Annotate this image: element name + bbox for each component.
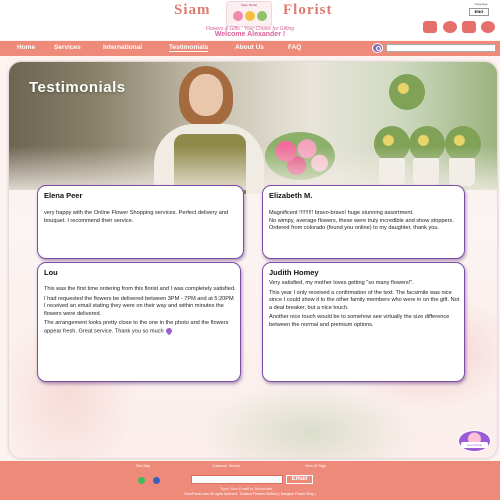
testimonial-card: Elizabeth M. Magnificent !!!!!!!!! bravo… [262, 185, 465, 259]
nav-international[interactable]: International [103, 44, 142, 51]
testimonial-author: Elizabeth M. [269, 191, 313, 200]
copyright: SiamFlorist.com. All rights reserved. Th… [184, 492, 316, 496]
subscribe-hint: Type Your Email to Subscribe [220, 486, 273, 491]
footer-link-customer-service[interactable]: Customer Service [212, 464, 241, 468]
footer-link-sitemap[interactable]: Site Map [136, 464, 150, 468]
nav-faq[interactable]: FAQ [288, 44, 301, 51]
page-title: Testimonials [29, 79, 126, 96]
testimonial-paragraph: Another nice touch would be to somehow s… [269, 314, 450, 328]
testimonial-card: Lou This was the first time ordering fro… [37, 262, 241, 382]
testimonial-author: Elena Peer [44, 191, 83, 200]
facebook-icon[interactable] [153, 477, 160, 484]
logo-text: Siam Florist [241, 3, 257, 7]
love-florist-badge[interactable] [458, 430, 491, 452]
florist-face [189, 74, 223, 116]
testimonial-body: Magnificent !!!!!!!!! bravo-bravo! huge … [269, 210, 460, 233]
heart-icon [164, 326, 173, 336]
nav-services[interactable]: Services [54, 44, 81, 51]
testimonial-author: Lou [44, 268, 58, 277]
hero-banner: Testimonials [9, 62, 497, 194]
testimonial-paragraph: This year I only received a confirmation… [269, 289, 460, 311]
testimonials-section: Testimonials [9, 62, 497, 458]
testimonial-author: Judith Homey [269, 268, 319, 277]
language-select[interactable]: ENG [469, 8, 489, 16]
logo-flower [245, 11, 255, 21]
logo-flower [233, 11, 243, 21]
gift-icon[interactable] [443, 21, 457, 33]
logo-flower [257, 11, 267, 21]
testimonial-body: This was the first time ordering from th… [44, 286, 236, 338]
testimonial-paragraph: No wimpy, average flowers, these were tr… [269, 217, 454, 232]
plant-image [389, 74, 425, 110]
line-icon[interactable] [138, 477, 145, 484]
testimonial-card: Judith Homey Very satisfied, my mother l… [262, 262, 465, 382]
cart-icon[interactable] [423, 21, 437, 33]
favorite-icon[interactable] [481, 21, 495, 33]
testimonial-paragraph: The arrangement looks pretty close to th… [44, 320, 229, 335]
nav-home[interactable]: Home [17, 44, 35, 51]
search-input[interactable] [386, 44, 496, 52]
basket-icon[interactable] [462, 21, 476, 33]
nav-about-us[interactable]: About Us [235, 44, 264, 51]
badge-label: Love Florist [461, 442, 488, 448]
site-header: Siam Siam Florist Florist Flowers & Gift… [0, 0, 500, 40]
hero-fade [9, 146, 497, 190]
testimonial-paragraph: very happy with the Online Flower Shoppi… [44, 210, 229, 224]
brand-name-right[interactable]: Florist [283, 2, 333, 19]
testimonial-paragraph: Very satisfied, my mother loves getting … [269, 280, 414, 286]
subscribe-button[interactable]: Email [286, 475, 313, 484]
testimonial-paragraph: This was the first time ordering from th… [44, 286, 236, 292]
testimonial-body: very happy with the Online Flower Shoppi… [44, 210, 239, 227]
testimonial-paragraph: I had requested the flowers be delivered… [44, 295, 234, 317]
testimonial-paragraph: Magnificent !!!!!!!!! bravo-bravo! huge … [269, 210, 414, 216]
site-footer: Site Map Customer Service View All Tags … [0, 461, 500, 500]
testimonial-card: Elena Peer very happy with the Online Fl… [37, 185, 244, 259]
footer-link-all-tags[interactable]: View All Tags [305, 464, 326, 468]
brand-name-left[interactable]: Siam [174, 2, 211, 19]
site-logo[interactable]: Siam Florist [226, 1, 272, 27]
subscribe-email-input[interactable] [191, 475, 283, 484]
search-bar [372, 43, 498, 53]
testimonial-body: Very satisfied, my mother loves getting … [269, 280, 460, 332]
search-icon[interactable] [372, 43, 383, 53]
nav-testimonials[interactable]: Testimonials [169, 44, 209, 52]
